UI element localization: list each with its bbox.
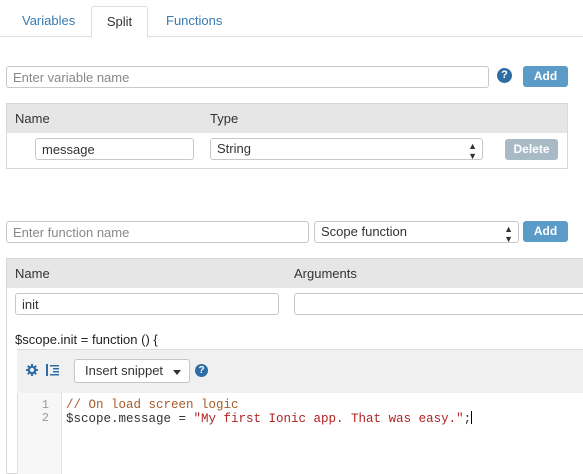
tab-variables[interactable]: Variables [8, 6, 89, 37]
help-icon[interactable]: ? [497, 68, 512, 83]
code-text: $scope.message = [66, 412, 194, 426]
function-signature: $scope.init = function () { [15, 332, 158, 347]
insert-snippet-label: Insert snippet [85, 363, 164, 378]
chevron-down-icon [173, 370, 181, 375]
add-function-button[interactable]: Add [523, 221, 568, 242]
function-name-input[interactable] [6, 221, 309, 243]
gear-icon[interactable] [26, 364, 38, 379]
tab-functions[interactable]: Functions [152, 6, 236, 37]
column-header-name: Name [15, 111, 50, 126]
code-editor[interactable]: 1 2 // On load screen logic $scope.messa… [17, 393, 583, 474]
function-scope-select[interactable]: Scope function ▲ ▼ [314, 221, 519, 244]
insert-snippet-dropdown[interactable]: Insert snippet [74, 359, 190, 383]
variable-name-field[interactable] [35, 138, 194, 160]
variable-type-select[interactable]: String ▲ ▼ [210, 138, 483, 161]
code-string: "My first Ionic app. That was easy." [193, 412, 464, 426]
function-arguments-field[interactable] [294, 293, 583, 315]
column-header-type: Type [210, 111, 239, 126]
function-scope-value: Scope function [321, 224, 408, 239]
editor-toolbar: Insert snippet ? [17, 349, 583, 393]
variables-table: Name Type String ▲▼ Delete [6, 103, 568, 169]
column-header-name: Name [15, 266, 50, 281]
variable-name-input[interactable] [6, 66, 489, 88]
select-arrows-icon: ▲ ▼ [504, 224, 513, 244]
tab-bar: Variables Split Functions [0, 0, 583, 38]
select-arrows-icon: ▲ ▼ [468, 141, 477, 161]
line-number: 1 [41, 398, 49, 412]
functions-table-header: Name Arguments [7, 259, 583, 288]
code-line-2: $scope.message = "My first Ionic app. Th… [66, 411, 473, 426]
tab-split[interactable]: Split [91, 6, 148, 38]
text-cursor [471, 411, 473, 424]
line-number-gutter: 1 2 [18, 393, 62, 474]
line-number: 2 [41, 411, 49, 425]
code-text: ; [463, 412, 472, 426]
delete-variable-button[interactable]: Delete [505, 139, 558, 160]
variables-table-header: Name Type [7, 104, 567, 133]
variable-type-value: String [217, 141, 251, 156]
code-line-1: // On load screen logic [66, 398, 239, 412]
function-name-field[interactable] [15, 293, 279, 315]
help-icon[interactable]: ? [195, 364, 208, 377]
indent-icon[interactable] [46, 364, 59, 379]
add-variable-button[interactable]: Add [523, 66, 568, 87]
column-header-arguments: Arguments [294, 266, 357, 281]
